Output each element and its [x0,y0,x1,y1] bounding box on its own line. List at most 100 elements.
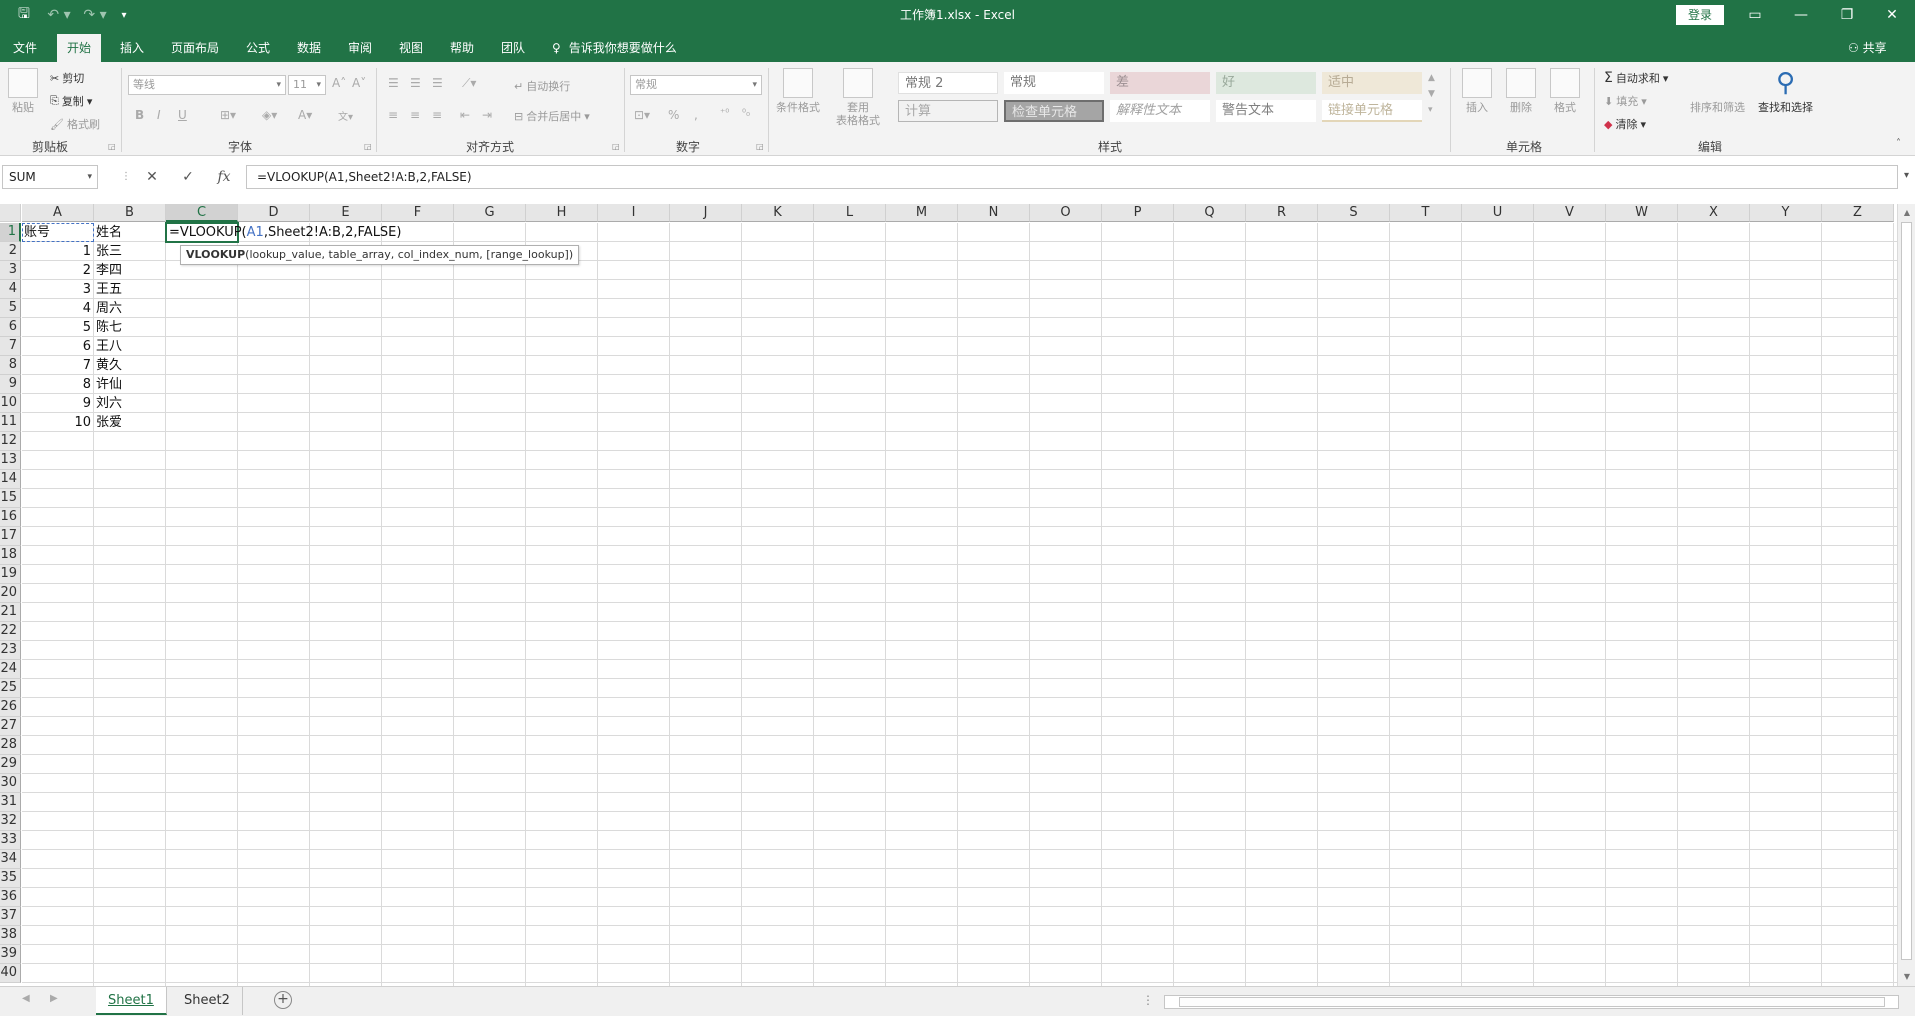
style-warning[interactable]: 警告文本 [1216,100,1316,122]
column-header-l[interactable]: L [814,204,886,222]
row-header-28[interactable]: 28 [0,736,21,755]
row-header-18[interactable]: 18 [0,546,21,565]
function-tooltip[interactable]: VLOOKUP(lookup_value, table_array, col_i… [180,245,580,265]
row-header-1[interactable]: 1 [0,223,21,242]
find-select-button[interactable]: ⚲ 查找和选择 [1758,68,1813,114]
align-right-icon[interactable]: ≡ [432,108,442,122]
row-header-3[interactable]: 3 [0,261,21,280]
column-header-t[interactable]: T [1390,204,1462,222]
prev-sheet-icon[interactable]: ◀ [22,993,30,1004]
row-header-13[interactable]: 13 [0,451,21,470]
next-sheet-icon[interactable]: ▶ [50,993,58,1004]
align-left-icon[interactable]: ≡ [388,108,398,122]
row-header-30[interactable]: 30 [0,774,21,793]
vertical-scroll-thumb[interactable] [1901,222,1912,960]
collapse-ribbon-icon[interactable]: ˄ [1896,138,1901,149]
row-header-27[interactable]: 27 [0,717,21,736]
expand-formula-bar-icon[interactable]: ▾ [1898,165,1915,189]
cell-a3[interactable]: 2 [22,261,94,280]
column-header-i[interactable]: I [598,204,670,222]
number-format-select[interactable]: 常规 [630,75,762,95]
tab-data[interactable]: 数据 [287,34,331,62]
column-header-a[interactable]: A [22,204,94,222]
style-check-cell[interactable]: 检查单元格 [1004,100,1104,122]
style-neutral[interactable]: 适中 [1322,72,1422,94]
row-header-31[interactable]: 31 [0,793,21,812]
font-name-select[interactable]: 等线 [128,75,286,95]
cell-a11[interactable]: 10 [22,413,94,432]
row-header-26[interactable]: 26 [0,698,21,717]
row-header-36[interactable]: 36 [0,888,21,907]
tell-me-box[interactable]: ♀ 告诉我你想要做什么 [552,34,677,62]
style-calculation[interactable]: 计算 [898,100,998,122]
row-header-39[interactable]: 39 [0,945,21,964]
column-header-y[interactable]: Y [1750,204,1822,222]
style-explanatory[interactable]: 解释性文本 [1110,100,1210,122]
tab-insert[interactable]: 插入 [110,34,154,62]
row-header-7[interactable]: 7 [0,337,21,356]
number-launcher-icon[interactable]: ◲ [756,142,764,151]
column-header-h[interactable]: H [526,204,598,222]
add-sheet-icon[interactable]: + [274,991,292,1009]
row-header-9[interactable]: 9 [0,375,21,394]
increase-decimal-icon[interactable]: ⁺⁰ [720,108,729,119]
format-cells-button[interactable]: 格式 [1550,68,1580,114]
column-header-k[interactable]: K [742,204,814,222]
column-header-d[interactable]: D [238,204,310,222]
accounting-icon[interactable]: ⊡▾ [634,108,650,122]
row-header-6[interactable]: 6 [0,318,21,337]
cell-b3[interactable]: 李四 [94,261,166,280]
column-header-g[interactable]: G [454,204,526,222]
row-header-19[interactable]: 19 [0,565,21,584]
format-painter-button[interactable]: 🖌 格式刷 [50,116,100,132]
column-header-p[interactable]: P [1102,204,1174,222]
cell-b4[interactable]: 王五 [94,280,166,299]
row-header-17[interactable]: 17 [0,527,21,546]
cell-a7[interactable]: 6 [22,337,94,356]
column-header-x[interactable]: X [1678,204,1750,222]
share-button[interactable]: ⚇ 共享 [1848,34,1887,62]
conditional-format-button[interactable]: 条件格式 [776,68,820,114]
format-as-table-button[interactable]: 套用 表格格式 [836,68,880,127]
row-header-40[interactable]: 40 [0,964,21,983]
italic-button[interactable]: I [157,108,161,122]
orientation-icon[interactable]: ⟋▾ [462,76,476,91]
merge-center-button[interactable]: ⊟ 合并后居中 ▾ [514,108,590,124]
cell-a10[interactable]: 9 [22,394,94,413]
login-button[interactable]: 登录 [1676,5,1724,25]
insert-function-icon[interactable]: fx [210,165,238,189]
cell-b5[interactable]: 周六 [94,299,166,318]
comma-button[interactable]: , [694,108,698,122]
row-header-33[interactable]: 33 [0,831,21,850]
column-header-z[interactable]: Z [1822,204,1894,222]
horizontal-scrollbar[interactable] [1164,995,1899,1009]
row-header-23[interactable]: 23 [0,641,21,660]
cell-b6[interactable]: 陈七 [94,318,166,337]
formula-input[interactable]: =VLOOKUP(A1,Sheet2!A:B,2,FALSE) [246,165,1898,189]
row-header-2[interactable]: 2 [0,242,21,261]
clear-button[interactable]: ◆ 清除 ▾ [1604,116,1646,132]
alignment-launcher-icon[interactable]: ◲ [612,142,620,151]
cell-b9[interactable]: 许仙 [94,375,166,394]
row-header-29[interactable]: 29 [0,755,21,774]
row-header-34[interactable]: 34 [0,850,21,869]
tab-help[interactable]: 帮助 [440,34,484,62]
column-header-o[interactable]: O [1030,204,1102,222]
style-normal-2[interactable]: 常规 2 [898,72,998,94]
row-header-8[interactable]: 8 [0,356,21,375]
row-header-22[interactable]: 22 [0,622,21,641]
align-top-icon[interactable]: ☰ [388,76,399,90]
sort-filter-button[interactable]: 排序和筛选 [1690,68,1745,114]
column-header-r[interactable]: R [1246,204,1318,222]
row-header-10[interactable]: 10 [0,394,21,413]
phonetic-icon[interactable]: 文▾ [338,108,353,123]
column-header-v[interactable]: V [1534,204,1606,222]
tab-review[interactable]: 审阅 [338,34,382,62]
enter-icon[interactable]: ✓ [174,165,202,189]
row-header-5[interactable]: 5 [0,299,21,318]
row-header-20[interactable]: 20 [0,584,21,603]
row-header-21[interactable]: 21 [0,603,21,622]
cell-b7[interactable]: 王八 [94,337,166,356]
bold-button[interactable]: B [135,108,144,122]
cell-a6[interactable]: 5 [22,318,94,337]
